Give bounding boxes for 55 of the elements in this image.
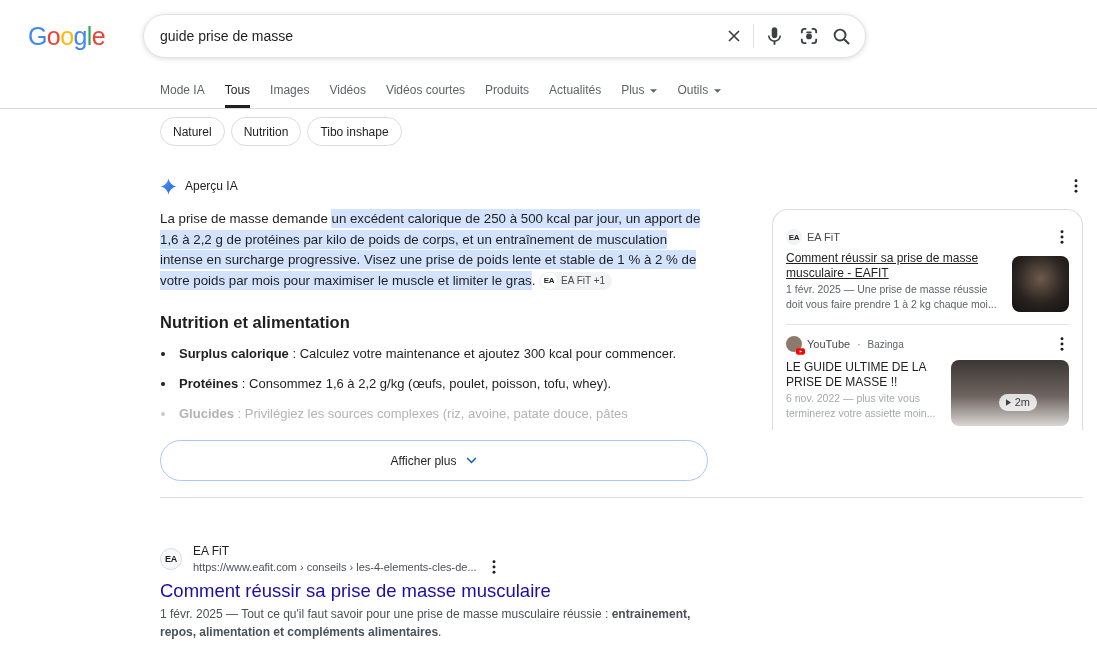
show-more-button[interactable]: Afficher plus <box>160 440 708 481</box>
more-options-icon[interactable] <box>1060 337 1064 351</box>
sparkle-icon <box>160 177 177 195</box>
overview-title: Aperçu IA <box>185 178 238 194</box>
tab[interactable]: Actualités <box>549 74 602 108</box>
tab[interactable]: Vidéos <box>329 74 366 108</box>
tab[interactable]: Mode IA <box>160 74 205 108</box>
separator-text: · <box>857 338 861 350</box>
duration-text: 2m <box>1014 396 1030 409</box>
search-icon[interactable] <box>833 27 850 45</box>
filter-chip[interactable]: Nutrition <box>230 117 302 146</box>
bullet-text: Glucides : Privilégiez les sources complexes (riz, avoine, patate douce, pâtes <box>179 405 628 423</box>
overview-paragraph: La prise de masse demande un excédent calorique de 250 à 500 kcal par jour, un apport de 1,6 à 2,2 g de protéines par kilo de poids de corps, et un entraînement de musculation intense en surcharge progressive. Visez une prise de poids lente et stable de 1 % à 2 % de votre poids par mois pour maximiser le muscle et limiter le gras. EA EA FiT +1 <box>160 209 702 291</box>
google-logo[interactable]: Google <box>28 22 106 50</box>
bullet-text: Surplus calorique : Calculez votre maintenance et ajoutez 300 kcal pour commencer. <box>179 345 677 363</box>
result-url: https://www.eafit.com › conseils › les-4-elements-cles-de... <box>193 561 477 573</box>
tab[interactable]: Vidéos courtes <box>385 74 466 108</box>
tab[interactable]: Images <box>270 74 310 108</box>
result-snippet: 1 févr. 2025 — Tout ce qu'il faut savoir pour une prise de masse musculaire réussie : entrainement, repos, alimentation et compléments alimentaires. <box>160 606 692 641</box>
source-site-name: EA FiT <box>807 231 840 243</box>
tab[interactable]: Plus <box>621 74 658 108</box>
more-options-icon[interactable] <box>491 560 496 574</box>
filter-chip[interactable]: Naturel <box>160 117 225 146</box>
play-badge-icon <box>796 348 805 355</box>
source-site-name: YouTube <box>807 338 851 350</box>
bullet-text: Protéines : Consommez 1,6 à 2,2 g/kg (œufs, poulet, poisson, tofu, whey). <box>179 375 612 393</box>
site-name: EA FiT <box>193 543 230 559</box>
bullet-icon <box>161 382 165 386</box>
search-field[interactable]: guide prise de masse <box>143 14 866 58</box>
chevron-down-icon <box>466 457 478 464</box>
channel-name: Bazinga <box>867 338 904 350</box>
site-logo: EA <box>160 548 182 570</box>
tab[interactable]: Produits <box>485 74 530 108</box>
bullet-icon <box>161 352 165 356</box>
source-title-link[interactable]: LE GUIDE ULTIME DE LA PRISE DE MASSE !! <box>786 360 941 390</box>
bullet-icon <box>161 412 165 416</box>
section-heading: Nutrition et alimentation <box>160 312 351 333</box>
tab[interactable]: Tous <box>224 74 251 108</box>
citation-chip[interactable]: EA EA FiT +1 <box>539 272 613 290</box>
source-snippet: 6 nov. 2022 — plus vite vous terminerez votre assiette moin... <box>786 391 937 421</box>
play-icon <box>1005 399 1011 406</box>
site-logo: EA <box>541 273 558 289</box>
more-options-icon[interactable] <box>1074 179 1078 193</box>
photo-placeholder[interactable] <box>1012 256 1069 312</box>
more-options-icon[interactable] <box>1060 230 1064 244</box>
source-title-link[interactable]: Comment réussir sa prise de masse musculaire - EAFIT <box>786 251 1002 281</box>
camera-icon[interactable] <box>800 27 818 45</box>
close-icon[interactable] <box>728 30 740 42</box>
site-logo: EA <box>786 229 802 245</box>
video-thumbnail-placeholder[interactable]: 2m <box>951 360 1069 426</box>
source-snippet: 1 févr. 2025 — Une prise de masse réussie doit vous faire prendre 1 à 2 kg chaque moi... <box>786 282 998 312</box>
microphone-icon[interactable] <box>768 27 781 45</box>
tab[interactable]: Outils <box>677 74 722 108</box>
filter-chip[interactable]: Tibo inshape <box>307 117 402 146</box>
result-title-link[interactable]: Comment réussir sa prise de masse musculaire <box>160 579 720 603</box>
